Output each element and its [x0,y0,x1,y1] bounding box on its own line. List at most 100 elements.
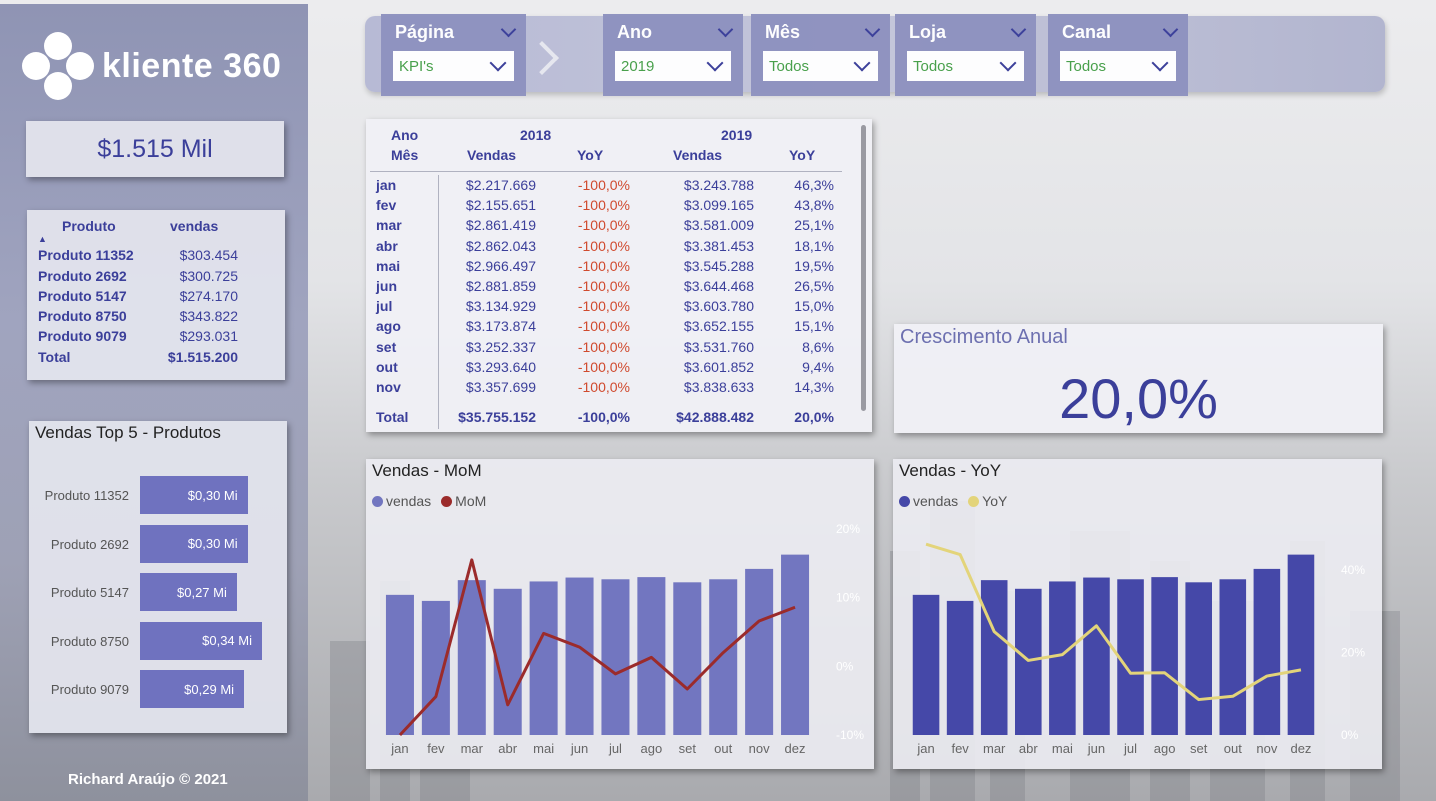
bar[interactable]: $0,34 Mi [140,621,262,660]
total-vendas-2018: $35.755.152 [458,409,536,425]
x-tick-label: ago [1154,741,1176,756]
matrix-row[interactable]: jul $3.134.929 -100,0% $3.603.780 15,0% [366,298,846,318]
chevron-down-icon[interactable] [864,21,881,38]
chevron-down-icon[interactable] [1010,21,1027,38]
column-header-vendas[interactable]: vendas [170,218,218,234]
dropdown-arrow-icon[interactable] [853,54,871,72]
bar[interactable]: $0,29 Mi [140,670,245,708]
product-value: $293.031 [179,328,238,344]
loja-dropdown[interactable]: Todos [907,51,1024,81]
month-cell: jan [376,177,397,193]
slicer-canal[interactable]: Canal Todos [1048,14,1188,96]
matrix-row[interactable]: nov $3.357.699 -100,0% $3.838.633 14,3% [366,379,846,399]
x-tick-label: set [1190,741,1208,756]
matrix-row[interactable]: mar $2.861.419 -100,0% $3.581.009 25,1% [366,217,846,237]
card-value: 20,0% [1059,367,1218,430]
matrix-row[interactable]: ago $3.173.874 -100,0% $3.652.155 15,1% [366,318,846,338]
slicer-ano[interactable]: Ano 2019 [603,14,743,96]
dropdown-arrow-icon[interactable] [706,54,724,72]
matrix-row[interactable]: jan $2.217.669 -100,0% $3.243.788 46,3% [366,177,846,197]
bar-row[interactable]: Produto 2692 $0,30 Mi [29,524,287,565]
bar[interactable] [1287,554,1315,735]
slicer-label: Canal [1062,22,1112,42]
header-divider [370,171,842,172]
bar[interactable] [1219,579,1247,735]
matrix-row[interactable]: out $3.293.640 -100,0% $3.601.852 9,4% [366,359,846,379]
bar[interactable] [601,579,630,735]
bar[interactable] [1049,581,1076,735]
vendas-2018-cell: $3.134.929 [465,298,536,315]
matrix-row[interactable]: set $3.252.337 -100,0% $3.531.760 8,6% [366,339,846,359]
slicer-label: Mês [765,22,801,42]
bar[interactable] [1253,568,1281,735]
bar[interactable] [529,581,558,735]
bar[interactable] [980,580,1008,735]
canal-dropdown[interactable]: Todos [1060,51,1176,81]
bar-row[interactable]: Produto 8750 $0,34 Mi [29,621,287,662]
bar-value-label: $0,34 Mi [202,633,252,648]
bar[interactable] [421,600,450,735]
chevron-down-icon[interactable] [717,21,734,38]
chevron-down-icon[interactable] [1162,21,1179,38]
matrix-row[interactable]: jun $2.881.859 -100,0% $3.644.468 26,5% [366,278,846,298]
pagina-dropdown[interactable]: KPI's [393,51,514,81]
bar[interactable] [745,568,774,735]
table-row[interactable]: Produto 5147 $274.170 [38,288,238,304]
matrix-row[interactable]: fev $2.155.651 -100,0% $3.099.165 43,8% [366,197,846,217]
chart-title: Vendas Top 5 - Produtos [35,423,221,442]
product-name: Produto 8750 [38,308,127,324]
bar-row[interactable]: Produto 9079 $0,29 Mi [29,670,287,710]
yoy-2019-cell: 19,5% [794,257,834,274]
product-name: Produto 5147 [38,288,127,304]
kpi-total-card: $1.515 Mil [26,121,284,177]
bar[interactable] [912,594,940,735]
sales-matrix: Ano Mês 2018 2019 Vendas YoY Vendas YoY … [366,119,872,432]
table-row[interactable]: Produto 2692 $300.725 [38,268,238,284]
slicer-loja[interactable]: Loja Todos [895,14,1036,96]
bar[interactable]: $0,27 Mi [140,573,237,611]
yoy-2018-cell: -100,0% [577,217,630,234]
dropdown-value: Todos [913,57,954,75]
yoy-2019-cell: 18,1% [794,237,834,254]
dropdown-arrow-icon[interactable] [1151,54,1169,72]
matrix-row[interactable]: mai $2.966.497 -100,0% $3.545.288 19,5% [366,258,846,278]
table-row[interactable]: Produto 8750 $343.822 [38,308,238,324]
total-label: Total [376,409,409,425]
bar[interactable] [1185,582,1213,735]
bar[interactable] [673,582,702,735]
bar[interactable] [946,600,974,735]
bar[interactable] [1083,577,1110,735]
chevron-down-icon[interactable] [500,21,517,38]
dropdown-value: 2019 [621,57,655,75]
table-row[interactable]: Produto 11352 $303.454 [38,247,238,263]
bar[interactable] [781,554,810,735]
bar[interactable]: $0,30 Mi [140,476,248,514]
bar[interactable]: $0,30 Mi [140,524,248,563]
bar[interactable] [1151,577,1178,735]
bar-row[interactable]: Produto 5147 $0,27 Mi [29,573,287,613]
month-cell: abr [376,237,398,254]
sort-ascending-icon[interactable]: ▲ [38,234,47,244]
slicer-mes[interactable]: Mês Todos [751,14,890,96]
product-value: $274.170 [179,288,238,304]
vendas-2019-cell: $3.644.468 [683,278,754,294]
yoy-2018-cell: -100,0% [577,257,630,274]
mes-dropdown[interactable]: Todos [763,51,878,81]
bar[interactable] [709,579,738,735]
bar[interactable] [1117,579,1144,735]
bar[interactable] [385,594,414,735]
product-name: Produto 11352 [38,247,134,263]
bar-row[interactable]: Produto 11352 $0,30 Mi [29,476,287,516]
dropdown-arrow-icon[interactable] [489,54,507,72]
dropdown-arrow-icon[interactable] [999,54,1017,72]
ano-dropdown[interactable]: 2019 [615,51,731,81]
yoy-2018-cell: -100,0% [577,197,630,214]
matrix-row[interactable]: abr $2.862.043 -100,0% $3.381.453 18,1% [366,238,846,258]
header-vendas-2018: Vendas [467,147,517,163]
column-header-produto[interactable]: Produto [62,218,116,234]
table-row[interactable]: Produto 9079 $293.031 [38,328,238,344]
footer-credit: Richard Araújo © 2021 [68,771,228,788]
slicer-pagina[interactable]: Página KPI's [381,14,526,96]
y2-tick-label: 10% [836,591,860,605]
vertical-scrollbar[interactable] [861,125,866,411]
